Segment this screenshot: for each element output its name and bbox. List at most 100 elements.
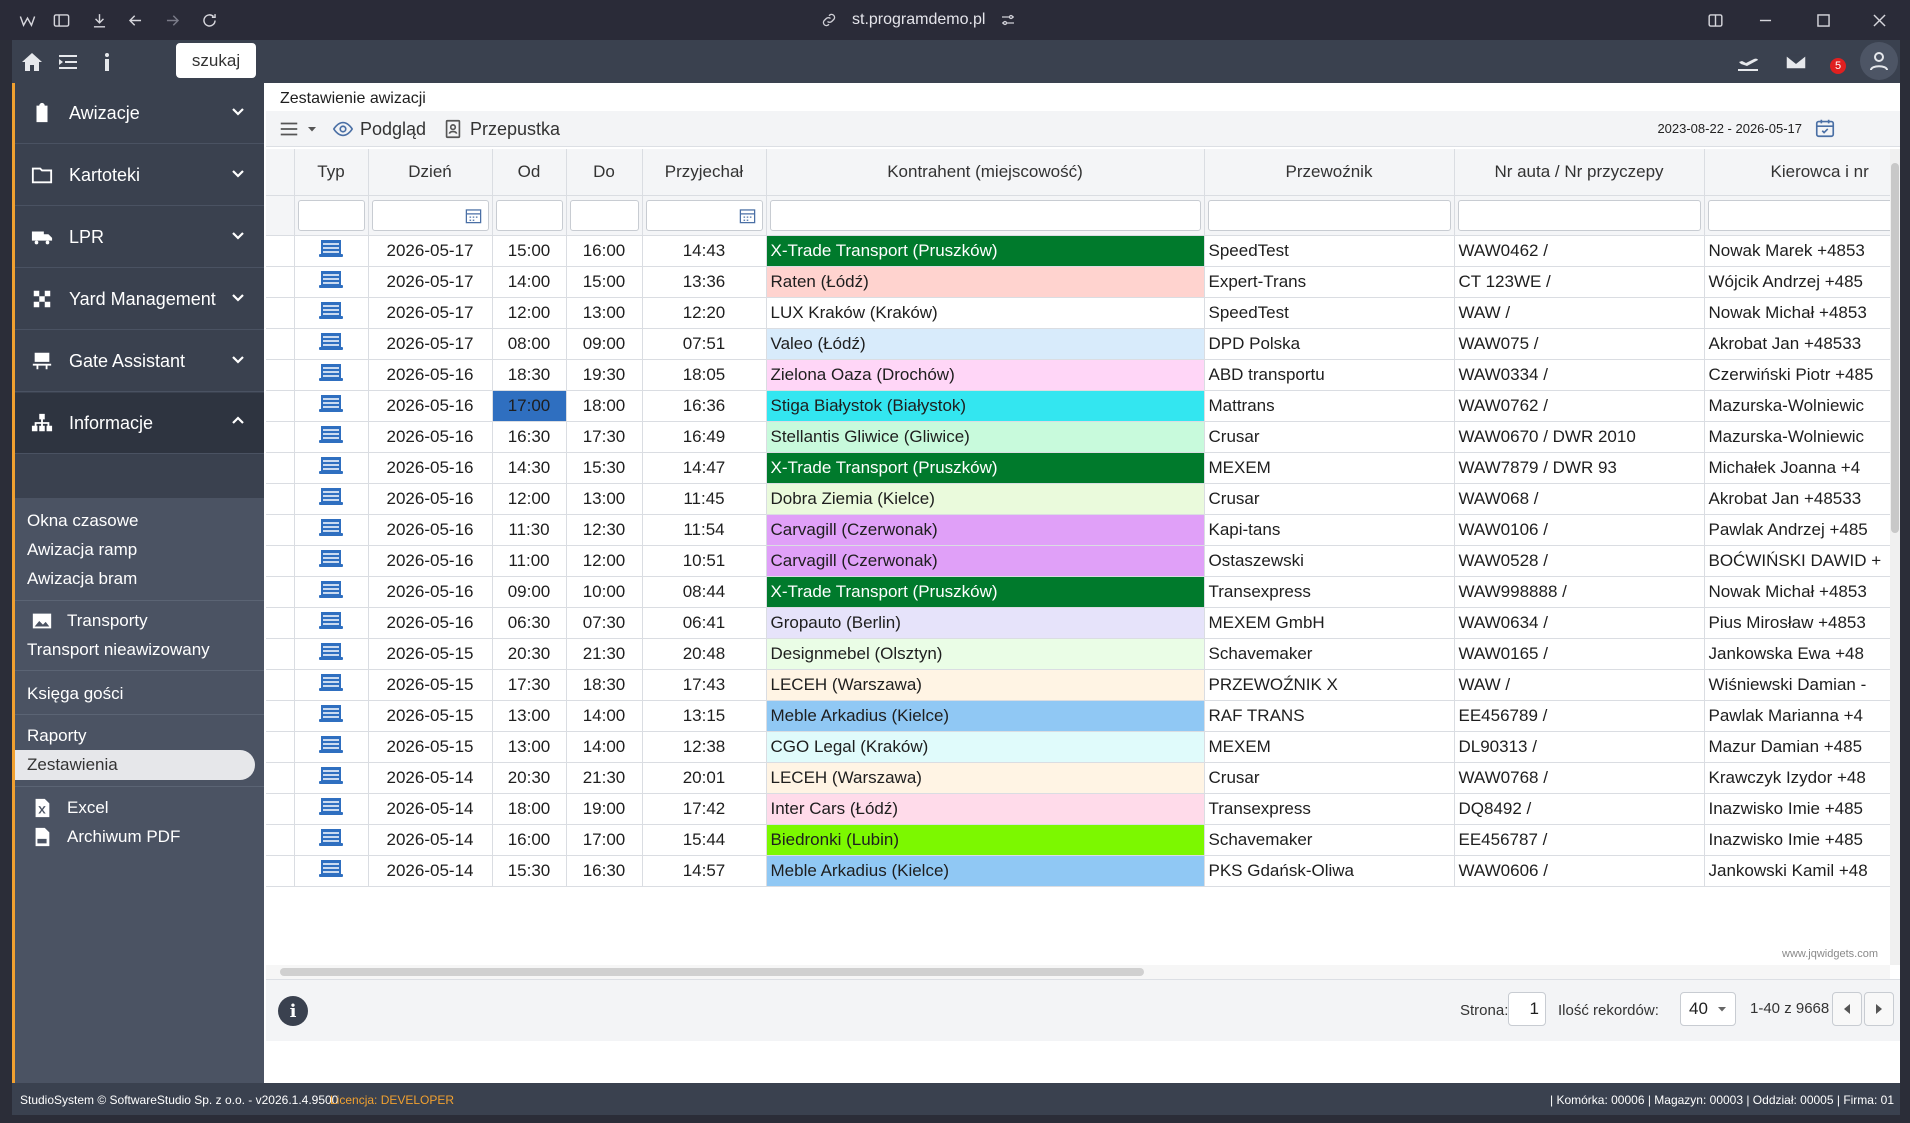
dzien-cell[interactable]: 2026-05-17 <box>368 235 493 267</box>
dzien-cell[interactable]: 2026-05-17 <box>368 266 493 298</box>
przyjechal-cell[interactable]: 20:01 <box>642 762 767 794</box>
table-row[interactable]: 2026-05-16 16:30 17:30 16:49 Stellantis Gliw… <box>266 421 1890 453</box>
row-selector[interactable] <box>266 266 295 298</box>
dzien-cell[interactable]: 2026-05-16 <box>368 421 493 453</box>
nr-auta-cell[interactable]: WAW0606 / <box>1454 855 1705 887</box>
nr-auta-cell[interactable]: EE456787 / <box>1454 824 1705 856</box>
przepustka-button[interactable]: Przepustka <box>442 117 560 141</box>
od-cell[interactable]: 13:00 <box>492 731 567 763</box>
table-row[interactable]: 2026-05-15 13:00 14:00 12:38 CGO Legal (Krak… <box>266 731 1890 763</box>
kierowca-cell[interactable]: Inazwisko Imie +485 <box>1704 793 1890 825</box>
kierowca-cell[interactable]: Czerwiński Piotr +485 <box>1704 359 1890 391</box>
kierowca-cell[interactable]: Wiśniewski Damian - <box>1704 669 1890 701</box>
calendar-icon[interactable] <box>1814 117 1838 141</box>
kontrahent-cell[interactable]: Raten (Łódź) <box>766 266 1205 298</box>
dzien-cell[interactable]: 2026-05-15 <box>368 731 493 763</box>
column-header-od[interactable]: Od <box>492 149 567 196</box>
sidebar-item-gate-assistant[interactable]: Gate Assistant <box>15 331 264 392</box>
przyjechal-cell[interactable]: 12:38 <box>642 731 767 763</box>
dzien-cell[interactable]: 2026-05-14 <box>368 762 493 794</box>
sidebar-item-awizacje[interactable]: Awizacje <box>15 83 264 144</box>
kontrahent-cell[interactable]: CGO Legal (Kraków) <box>766 731 1205 763</box>
filter-od-input[interactable] <box>495 199 563 231</box>
dzien-cell[interactable]: 2026-05-16 <box>368 514 493 546</box>
nr-auta-cell[interactable]: WAW0768 / <box>1454 762 1705 794</box>
przewoznik-cell[interactable]: Kapi-tans <box>1204 514 1455 546</box>
nr-auta-cell[interactable]: WAW0762 / <box>1454 390 1705 422</box>
kierowca-cell[interactable]: Mazurska-Wolniewic <box>1704 421 1890 453</box>
przyjechal-cell[interactable]: 06:41 <box>642 607 767 639</box>
do-cell[interactable]: 13:00 <box>566 297 643 329</box>
przewoznik-cell[interactable]: PKS Gdańsk-Oliwa <box>1204 855 1455 887</box>
przyjechal-cell[interactable]: 14:57 <box>642 855 767 887</box>
table-row[interactable]: 2026-05-14 15:30 16:30 14:57 Meble Arkadius … <box>266 855 1890 887</box>
od-cell[interactable]: 15:00 <box>492 235 567 267</box>
kierowca-cell[interactable]: BOĆWIŃSKI DAWID + <box>1704 545 1890 577</box>
filter-przyjechal-input[interactable] <box>645 199 763 231</box>
date-range[interactable]: 2023-08-22 - 2026-05-17 <box>1657 121 1802 136</box>
przewoznik-cell[interactable]: MEXEM <box>1204 452 1455 484</box>
row-selector[interactable] <box>266 700 295 732</box>
od-cell[interactable]: 09:00 <box>492 576 567 608</box>
kontrahent-cell[interactable]: LECEH (Warszawa) <box>766 762 1205 794</box>
przyjechal-cell[interactable]: 11:54 <box>642 514 767 546</box>
dzien-cell[interactable]: 2026-05-16 <box>368 576 493 608</box>
flight-icon[interactable] <box>1732 47 1764 77</box>
table-row[interactable]: 2026-05-17 14:00 15:00 13:36 Raten (Łódź) Exp… <box>266 266 1890 298</box>
od-cell[interactable]: 12:00 <box>492 483 567 515</box>
od-cell[interactable]: 18:00 <box>492 793 567 825</box>
do-cell[interactable]: 10:00 <box>566 576 643 608</box>
filter-przewoznik-input[interactable] <box>1207 199 1451 231</box>
nr-auta-cell[interactable]: WAW075 / <box>1454 328 1705 360</box>
od-cell[interactable]: 20:30 <box>492 762 567 794</box>
przyjechal-cell[interactable]: 11:45 <box>642 483 767 515</box>
row-selector[interactable] <box>266 638 295 670</box>
do-cell[interactable]: 14:00 <box>566 700 643 732</box>
filter-dzien-input[interactable] <box>371 199 489 231</box>
od-cell[interactable]: 14:30 <box>492 452 567 484</box>
column-header-do[interactable]: Do <box>566 149 643 196</box>
przewoznik-cell[interactable]: Crusar <box>1204 483 1455 515</box>
column-header-dzien[interactable]: Dzień <box>368 149 493 196</box>
row-selector[interactable] <box>266 855 295 887</box>
nr-auta-cell[interactable]: WAW0334 / <box>1454 359 1705 391</box>
kierowca-cell[interactable]: Pawlak Marianna +4 <box>1704 700 1890 732</box>
row-selector[interactable] <box>266 452 295 484</box>
przewoznik-cell[interactable]: Transexpress <box>1204 576 1455 608</box>
table-row[interactable]: 2026-05-17 08:00 09:00 07:51 Valeo (Łódź) DPD… <box>266 328 1890 360</box>
row-selector[interactable] <box>266 421 295 453</box>
row-selector[interactable] <box>266 235 295 267</box>
back-icon[interactable] <box>120 6 150 34</box>
przyjechal-cell[interactable]: 18:05 <box>642 359 767 391</box>
table-row[interactable]: 2026-05-16 11:00 12:00 10:51 Carvagill (Czer… <box>266 545 1890 577</box>
table-row[interactable]: 2026-05-14 18:00 19:00 17:42 Inter Cars (Łód… <box>266 793 1890 825</box>
do-cell[interactable]: 17:30 <box>566 421 643 453</box>
przewoznik-cell[interactable]: Ostaszewski <box>1204 545 1455 577</box>
kontrahent-cell[interactable]: Biedronki (Lubin) <box>766 824 1205 856</box>
page-input[interactable]: 1 <box>1508 992 1546 1026</box>
grid-menu-button[interactable] <box>278 117 324 141</box>
submenu-transporty[interactable]: Transporty <box>15 606 264 636</box>
do-cell[interactable]: 15:00 <box>566 266 643 298</box>
od-cell[interactable]: 14:00 <box>492 266 567 298</box>
od-cell[interactable]: 08:00 <box>492 328 567 360</box>
nr-auta-cell[interactable]: DQ8492 / <box>1454 793 1705 825</box>
column-header-przewoznik[interactable]: Przewoźnik <box>1204 149 1455 196</box>
close-icon[interactable] <box>1864 6 1894 34</box>
do-cell[interactable]: 13:00 <box>566 483 643 515</box>
przyjechal-cell[interactable]: 16:36 <box>642 390 767 422</box>
kontrahent-cell[interactable]: Gropauto (Berlin) <box>766 607 1205 639</box>
row-selector[interactable] <box>266 576 295 608</box>
przyjechal-cell[interactable]: 10:51 <box>642 545 767 577</box>
sidebar-item-kartoteki[interactable]: Kartoteki <box>15 145 264 206</box>
do-cell[interactable]: 09:00 <box>566 328 643 360</box>
kontrahent-cell[interactable]: Valeo (Łódź) <box>766 328 1205 360</box>
table-row[interactable]: 2026-05-17 12:00 13:00 12:20 LUX Kraków (Kra… <box>266 297 1890 329</box>
do-cell[interactable]: 14:00 <box>566 731 643 763</box>
przyjechal-cell[interactable]: 17:43 <box>642 669 767 701</box>
przewoznik-cell[interactable]: PRZEWOŹNIK X <box>1204 669 1455 701</box>
row-selector[interactable] <box>266 762 295 794</box>
collapse-menu-icon[interactable] <box>52 47 84 77</box>
przewoznik-cell[interactable]: Expert-Trans <box>1204 266 1455 298</box>
split-view-icon[interactable] <box>1700 6 1730 34</box>
